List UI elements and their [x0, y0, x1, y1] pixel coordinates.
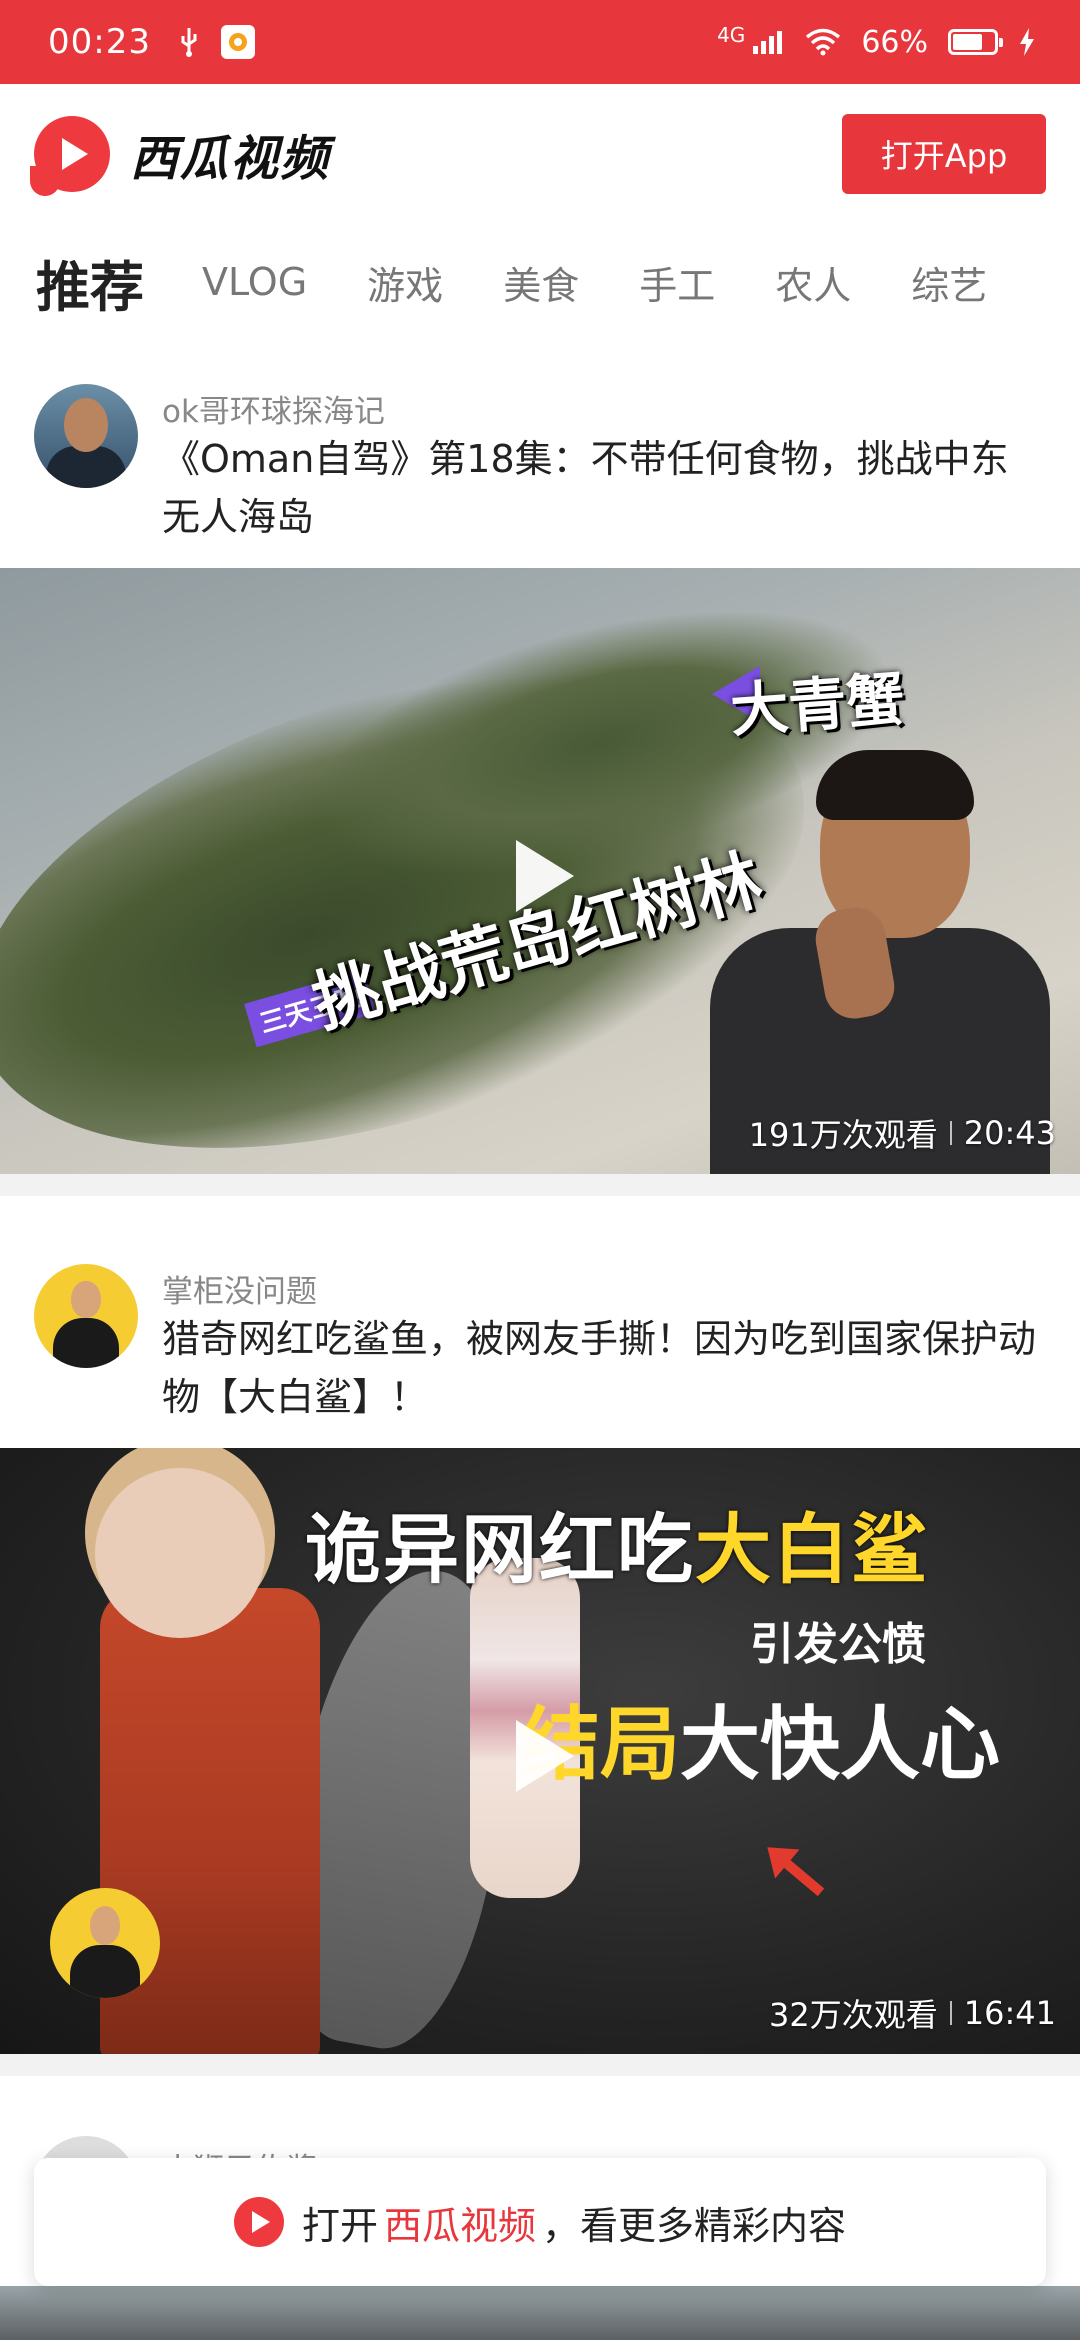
divider: [0, 1174, 1080, 1196]
wifi-icon: [806, 28, 841, 56]
banner-prefix: 打开: [301, 2203, 378, 2248]
network-type: 4G: [717, 23, 746, 47]
charging-icon: [1020, 28, 1034, 56]
avatar[interactable]: [34, 384, 138, 488]
video-thumbnail[interactable]: 诡异网红吃大白鲨 引发公愤 结局大快人心 32万次观看 16:41: [0, 1448, 1080, 2054]
play-icon[interactable]: [510, 1720, 580, 1792]
duration: 20:43: [963, 1114, 1056, 1152]
video-card[interactable]: 掌柜没问题 猎奇网红吃鲨鱼，被网友手撕！因为吃到国家保护动物【大白鲨】！ 诡异网…: [0, 1248, 1080, 2076]
thumb-pointer-text: 大青蟹: [728, 665, 907, 745]
video-thumbnail[interactable]: 大青蟹 三天三晚 挑战荒岛红树林 191万次观看 20:43: [0, 568, 1080, 1174]
banner-app-name: 西瓜视频: [383, 2203, 536, 2248]
arrow-icon: [771, 1849, 825, 1897]
open-app-banner[interactable]: 打开 西瓜视频 ，看更多精彩内容: [34, 2158, 1046, 2286]
avatar[interactable]: [34, 1264, 138, 1368]
divider: [0, 2054, 1080, 2076]
video-stats: 191万次观看 20:43: [749, 1110, 1056, 1156]
thumb-tagline: 结局大快人心: [520, 1698, 1000, 1791]
view-count: 191万次观看: [748, 1116, 938, 1154]
tab-vlog[interactable]: VLOG: [202, 260, 307, 304]
xigua-logo-icon: [233, 2197, 284, 2247]
avatar: [50, 1888, 160, 1998]
thumb-headline: 诡异网红吃大白鲨: [305, 1505, 929, 1594]
video-thumbnail[interactable]: [0, 2286, 1080, 2340]
duration: 16:41: [963, 1994, 1056, 2032]
author-name[interactable]: ok哥环球探海记: [162, 386, 385, 431]
status-time: 00:23: [48, 22, 151, 62]
battery-percent: 66%: [861, 24, 928, 60]
view-count: 32万次观看: [769, 1996, 938, 2034]
open-app-button[interactable]: 打开App: [842, 114, 1046, 194]
usb-icon: [181, 28, 197, 57]
signal-icon: [753, 31, 783, 54]
banner-suffix: ，看更多精彩内容: [542, 2203, 847, 2248]
thumb-subline: 引发公愤: [750, 1619, 926, 1670]
tab-food[interactable]: 美食: [503, 255, 579, 310]
tab-recommend[interactable]: 推荐: [36, 243, 144, 322]
tab-variety[interactable]: 综艺: [911, 255, 987, 310]
category-tabs: 推荐 VLOG 游戏 美食 手工 农人 综艺: [0, 232, 1080, 332]
person-image: [95, 1468, 265, 1638]
status-bar: 00:23 4G 66%: [0, 0, 1080, 84]
author-name[interactable]: 掌柜没问题: [162, 1266, 317, 1311]
tab-games[interactable]: 游戏: [367, 255, 443, 310]
xigua-logo-icon: [30, 116, 110, 196]
tab-handcraft[interactable]: 手工: [639, 255, 715, 310]
video-card[interactable]: ok哥环球探海记 《Oman自驾》第18集：不带任何食物，挑战中东无人海岛 大青…: [0, 368, 1080, 1196]
mini-app-icon: [220, 25, 255, 59]
tab-farmers[interactable]: 农人: [775, 255, 851, 310]
video-title[interactable]: 猎奇网红吃鲨鱼，被网友手撕！因为吃到国家保护动物【大白鲨】！: [162, 1310, 1042, 1426]
play-icon[interactable]: [510, 840, 580, 912]
battery-icon: [948, 29, 1003, 55]
video-stats: 32万次观看 16:41: [769, 1990, 1056, 2036]
video-title[interactable]: 《Oman自驾》第18集：不带任何食物，挑战中东无人海岛: [162, 430, 1042, 546]
app-name: 西瓜视频: [130, 131, 331, 187]
app-header: 西瓜视频 打开App: [0, 84, 1080, 224]
